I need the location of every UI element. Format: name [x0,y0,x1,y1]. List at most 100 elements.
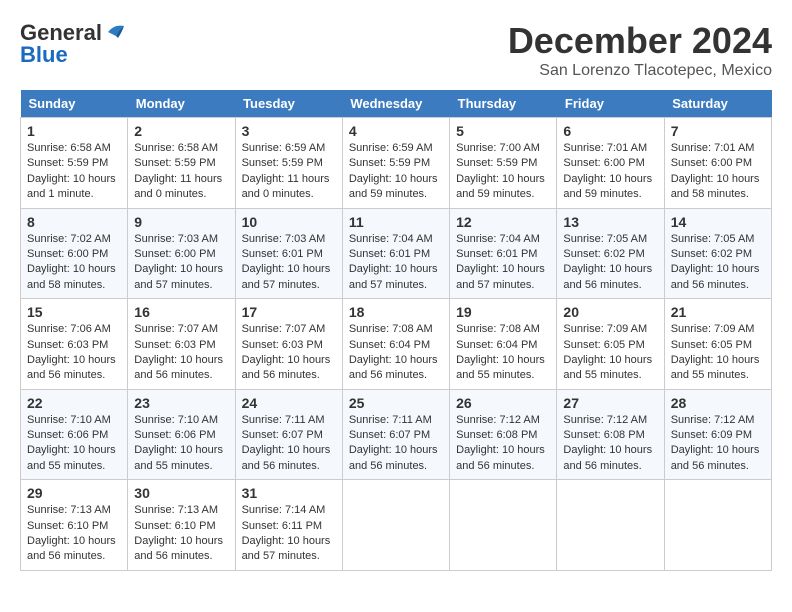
cell-info: Sunrise: 7:01 AMSunset: 6:00 PMDaylight:… [671,141,765,203]
day-number: 19 [456,304,550,320]
week-row-4: 22 Sunrise: 7:10 AMSunset: 6:06 PMDayligh… [21,389,772,480]
day-number: 24 [242,395,336,411]
day-number: 7 [671,123,765,139]
day-number: 25 [349,395,443,411]
day-number: 31 [242,485,336,501]
day-number: 23 [134,395,228,411]
cell-info: Sunrise: 7:05 AMSunset: 6:02 PMDaylight:… [563,232,657,294]
cell-info: Sunrise: 7:07 AMSunset: 6:03 PMDaylight:… [242,322,336,384]
calendar-cell: 16 Sunrise: 7:07 AMSunset: 6:03 PMDayligh… [128,299,235,390]
calendar-cell: 18 Sunrise: 7:08 AMSunset: 6:04 PMDayligh… [342,299,449,390]
day-number: 9 [134,214,228,230]
cell-info: Sunrise: 7:04 AMSunset: 6:01 PMDaylight:… [349,232,443,294]
day-number: 11 [349,214,443,230]
calendar-cell: 20Sunrise: 7:09 AMSunset: 6:05 PMDayligh… [557,299,664,390]
logo-blue: Blue [20,42,68,68]
calendar-cell: 27 Sunrise: 7:12 AMSunset: 6:08 PMDayligh… [557,389,664,480]
calendar-cell: 31Sunrise: 7:14 AMSunset: 6:11 PMDayligh… [235,480,342,571]
col-header-friday: Friday [557,90,664,118]
calendar-cell [342,480,449,571]
day-number: 3 [242,123,336,139]
calendar-cell: 23 Sunrise: 7:10 AMSunset: 6:06 PMDayligh… [128,389,235,480]
calendar-cell: 22 Sunrise: 7:10 AMSunset: 6:06 PMDayligh… [21,389,128,480]
calendar-table: SundayMondayTuesdayWednesdayThursdayFrid… [20,90,772,571]
calendar-cell: 4 Sunrise: 6:59 AMSunset: 5:59 PMDaylight… [342,118,449,209]
day-number: 5 [456,123,550,139]
day-number: 2 [134,123,228,139]
cell-info: Sunrise: 7:03 AMSunset: 6:01 PMDaylight:… [242,232,336,294]
day-number: 4 [349,123,443,139]
cell-info: Sunrise: 7:08 AMSunset: 6:04 PMDaylight:… [456,322,550,384]
cell-info: Sunrise: 7:11 AMSunset: 6:07 PMDaylight:… [349,413,443,475]
cell-info: Sunrise: 7:10 AMSunset: 6:06 PMDaylight:… [134,413,228,475]
week-row-2: 8 Sunrise: 7:02 AMSunset: 6:00 PMDaylight… [21,208,772,299]
day-number: 26 [456,395,550,411]
calendar-cell: 5 Sunrise: 7:00 AMSunset: 5:59 PMDaylight… [450,118,557,209]
calendar-cell [664,480,771,571]
day-number: 28 [671,395,765,411]
day-number: 27 [563,395,657,411]
day-number: 14 [671,214,765,230]
cell-info: Sunrise: 7:02 AMSunset: 6:00 PMDaylight:… [27,232,121,294]
cell-info: Sunrise: 7:06 AMSunset: 6:03 PMDaylight:… [27,322,121,384]
day-number: 10 [242,214,336,230]
cell-info: Sunrise: 7:00 AMSunset: 5:59 PMDaylight:… [456,141,550,203]
day-number: 30 [134,485,228,501]
day-number: 17 [242,304,336,320]
col-header-saturday: Saturday [664,90,771,118]
day-number: 16 [134,304,228,320]
title-area: December 2024 San Lorenzo Tlacotepec, Me… [508,20,772,80]
cell-info: Sunrise: 7:12 AMSunset: 6:08 PMDaylight:… [563,413,657,475]
cell-info: Sunrise: 7:05 AMSunset: 6:02 PMDaylight:… [671,232,765,294]
cell-info: Sunrise: 7:08 AMSunset: 6:04 PMDaylight:… [349,322,443,384]
cell-info: Sunrise: 7:12 AMSunset: 6:08 PMDaylight:… [456,413,550,475]
calendar-cell [450,480,557,571]
calendar-cell: 10 Sunrise: 7:03 AMSunset: 6:01 PMDayligh… [235,208,342,299]
col-header-thursday: Thursday [450,90,557,118]
day-number: 29 [27,485,121,501]
col-header-sunday: Sunday [21,90,128,118]
calendar-cell: 3Sunrise: 6:59 AMSunset: 5:59 PMDaylight… [235,118,342,209]
week-row-3: 15 Sunrise: 7:06 AMSunset: 6:03 PMDayligh… [21,299,772,390]
day-number: 21 [671,304,765,320]
day-number: 13 [563,214,657,230]
calendar-cell: 11 Sunrise: 7:04 AMSunset: 6:01 PMDayligh… [342,208,449,299]
cell-info: Sunrise: 6:58 AMSunset: 5:59 PMDaylight:… [27,141,121,203]
cell-info: Sunrise: 7:07 AMSunset: 6:03 PMDaylight:… [134,322,228,384]
cell-info: Sunrise: 7:03 AMSunset: 6:00 PMDaylight:… [134,232,228,294]
day-number: 12 [456,214,550,230]
calendar-cell: 29Sunrise: 7:13 AMSunset: 6:10 PMDayligh… [21,480,128,571]
day-number: 15 [27,304,121,320]
calendar-cell: 21 Sunrise: 7:09 AMSunset: 6:05 PMDayligh… [664,299,771,390]
calendar-cell: 19 Sunrise: 7:08 AMSunset: 6:04 PMDayligh… [450,299,557,390]
location-subtitle: San Lorenzo Tlacotepec, Mexico [508,62,772,80]
calendar-cell: 1Sunrise: 6:58 AMSunset: 5:59 PMDaylight… [21,118,128,209]
calendar-cell: 12Sunrise: 7:04 AMSunset: 6:01 PMDayligh… [450,208,557,299]
logo-bird-icon [104,22,126,40]
week-row-5: 29Sunrise: 7:13 AMSunset: 6:10 PMDayligh… [21,480,772,571]
calendar-cell: 13 Sunrise: 7:05 AMSunset: 6:02 PMDayligh… [557,208,664,299]
day-number: 18 [349,304,443,320]
calendar-cell: 24 Sunrise: 7:11 AMSunset: 6:07 PMDayligh… [235,389,342,480]
calendar-cell: 8 Sunrise: 7:02 AMSunset: 6:00 PMDaylight… [21,208,128,299]
day-number: 20 [563,304,657,320]
calendar-cell: 17 Sunrise: 7:07 AMSunset: 6:03 PMDayligh… [235,299,342,390]
page-header: General Blue December 2024 San Lorenzo T… [20,20,772,80]
col-header-wednesday: Wednesday [342,90,449,118]
cell-info: Sunrise: 7:10 AMSunset: 6:06 PMDaylight:… [27,413,121,475]
col-header-tuesday: Tuesday [235,90,342,118]
day-number: 22 [27,395,121,411]
col-header-monday: Monday [128,90,235,118]
calendar-cell: 2Sunrise: 6:58 AMSunset: 5:59 PMDaylight… [128,118,235,209]
calendar-cell: 14 Sunrise: 7:05 AMSunset: 6:02 PMDayligh… [664,208,771,299]
week-row-1: 1Sunrise: 6:58 AMSunset: 5:59 PMDaylight… [21,118,772,209]
cell-info: Sunrise: 7:01 AMSunset: 6:00 PMDaylight:… [563,141,657,203]
cell-info: Sunrise: 7:11 AMSunset: 6:07 PMDaylight:… [242,413,336,475]
cell-info: Sunrise: 7:12 AMSunset: 6:09 PMDaylight:… [671,413,765,475]
cell-info: Sunrise: 6:59 AMSunset: 5:59 PMDaylight:… [349,141,443,203]
calendar-cell: 7 Sunrise: 7:01 AMSunset: 6:00 PMDaylight… [664,118,771,209]
calendar-cell: 30Sunrise: 7:13 AMSunset: 6:10 PMDayligh… [128,480,235,571]
calendar-cell [557,480,664,571]
day-number: 8 [27,214,121,230]
cell-info: Sunrise: 7:09 AMSunset: 6:05 PMDaylight:… [671,322,765,384]
